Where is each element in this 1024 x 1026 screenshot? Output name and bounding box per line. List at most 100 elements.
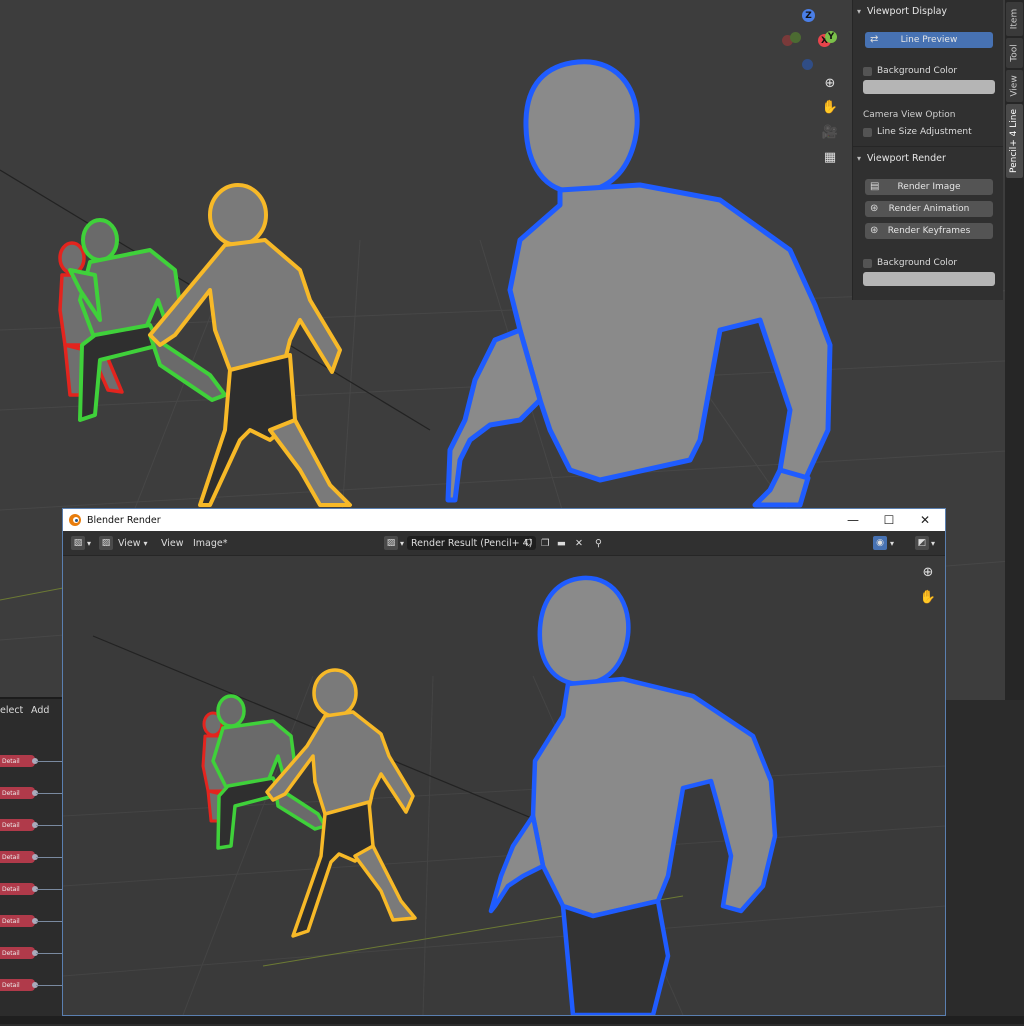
- chevron-down-icon: ▾: [143, 538, 148, 548]
- gizmo-neg-z-axis[interactable]: [802, 59, 813, 70]
- tab-label: Item: [1009, 8, 1020, 30]
- background-color-swatch[interactable]: [863, 80, 995, 94]
- menu-select[interactable]: elect: [0, 705, 23, 716]
- chevron-down-icon: ▾: [87, 538, 92, 548]
- window-title: Blender Render: [87, 514, 161, 526]
- tab-view[interactable]: View: [1006, 70, 1023, 102]
- tab-label: View: [1009, 75, 1020, 97]
- node-wire: [36, 825, 62, 826]
- film-reel-icon: ⊛: [870, 225, 879, 236]
- render-animation-button[interactable]: ⊛ Render Animation: [865, 201, 993, 217]
- window-titlebar[interactable]: Blender Render — ☐ ✕: [63, 509, 945, 531]
- camera-view-option-label: Camera View Option: [863, 110, 956, 120]
- node-label: Detail: [2, 821, 20, 829]
- hand-pan-icon[interactable]: ✋: [819, 96, 841, 118]
- menu-image[interactable]: Image*: [193, 536, 228, 550]
- checkbox-label: Background Color: [877, 258, 958, 268]
- status-bar: [0, 1016, 1024, 1024]
- folder-icon[interactable]: ▬: [557, 536, 566, 550]
- panel-header-viewport-display[interactable]: ▾ Viewport Display: [857, 6, 947, 17]
- checkbox-label: Background Color: [877, 66, 958, 76]
- film-reel-icon: ⊛: [870, 203, 879, 214]
- line-preview-button[interactable]: ⇄ Line Preview: [865, 32, 993, 48]
- background-color-checkbox[interactable]: Background Color: [863, 66, 957, 76]
- fake-user-icon[interactable]: ⛉: [525, 536, 532, 550]
- node-label: Detail: [2, 789, 20, 797]
- node-editor[interactable]: elect Add Detail Detail Detail Detail De…: [0, 697, 62, 1026]
- detail-node[interactable]: Detail: [0, 915, 38, 927]
- detail-node[interactable]: Detail: [0, 947, 38, 959]
- button-label: Render Keyframes: [887, 226, 971, 236]
- gizmo-y-label: Y: [827, 32, 835, 42]
- node-wire: [36, 953, 62, 954]
- blue-figure: [445, 59, 833, 508]
- detail-node[interactable]: Detail: [0, 755, 38, 767]
- view-mode-dropdown[interactable]: ▨ View ▾: [99, 536, 148, 550]
- checkbox-box[interactable]: [863, 127, 872, 137]
- button-label: Line Preview: [900, 35, 958, 45]
- display-channels-dropdown[interactable]: ◩ ▾: [915, 536, 935, 550]
- gizmo-neg-y-axis[interactable]: [790, 32, 801, 43]
- gizmo-y-axis[interactable]: Y: [825, 31, 837, 43]
- node-wire: [36, 985, 62, 986]
- image-editor-icon: ▧: [71, 536, 85, 550]
- detail-node[interactable]: Detail: [0, 979, 38, 991]
- render-result-image[interactable]: ⊕ ✋: [63, 556, 945, 1015]
- unlink-close-icon[interactable]: ✕: [575, 536, 583, 550]
- checkbox-label: Line Size Adjustment: [877, 127, 972, 137]
- node-wire: [36, 761, 62, 762]
- camera-icon[interactable]: 🎥: [819, 121, 841, 143]
- render-background-color-checkbox[interactable]: Background Color: [863, 258, 957, 268]
- zoom-icon[interactable]: ⊕: [819, 72, 841, 94]
- tab-item[interactable]: Item: [1006, 2, 1023, 36]
- node-label: Detail: [2, 885, 20, 893]
- sidebar-tabs: Item Tool View Pencil+ 4 Line: [1005, 0, 1024, 700]
- image-view-icon: ▨: [99, 536, 113, 550]
- checkbox-box[interactable]: [863, 66, 872, 76]
- pin-icon[interactable]: ⚲: [595, 536, 602, 550]
- hand-pan-icon[interactable]: ✋: [917, 586, 939, 608]
- menu-view[interactable]: View: [161, 536, 184, 550]
- chevron-down-icon: ▾: [890, 538, 895, 548]
- node-label: Detail: [2, 757, 20, 765]
- panel-header-viewport-render[interactable]: ▾ Viewport Render: [857, 153, 946, 164]
- detail-node[interactable]: Detail: [0, 819, 38, 831]
- editor-type-dropdown[interactable]: ▧ ▾: [71, 536, 91, 550]
- tab-tool[interactable]: Tool: [1006, 38, 1023, 68]
- render-image-button[interactable]: ▤ Render Image: [865, 179, 993, 195]
- gizmo-z-label: Z: [805, 10, 812, 21]
- render-window: Blender Render — ☐ ✕ ▧ ▾ ▨ View ▾ View Imag…: [62, 508, 946, 1016]
- menu-add[interactable]: Add: [31, 705, 49, 716]
- chevron-down-icon: ▾: [931, 538, 936, 548]
- green-figure: [211, 694, 327, 850]
- tab-pencil-4-line[interactable]: Pencil+ 4 Line: [1006, 104, 1023, 178]
- node-wire: [36, 793, 62, 794]
- render-keyframes-button[interactable]: ⊛ Render Keyframes: [865, 223, 993, 239]
- image-browse-icon: ▨: [384, 536, 398, 550]
- blender-logo-icon: [69, 514, 81, 526]
- close-button[interactable]: ✕: [907, 509, 943, 531]
- sidebar-n-panel: ▾ Viewport Display ⇄ Line Preview Backgrou…: [852, 0, 1003, 300]
- node-wire: [36, 921, 62, 922]
- node-label: Detail: [2, 981, 20, 989]
- detail-node[interactable]: Detail: [0, 883, 38, 895]
- maximize-button[interactable]: ☐: [871, 509, 907, 531]
- gizmo-toggle-button[interactable]: ◉ ▾: [873, 536, 894, 550]
- grid-ortho-icon[interactable]: ▦: [819, 146, 841, 168]
- render-result-scene: [63, 575, 945, 1015]
- yellow-figure: [148, 183, 352, 507]
- node-label: Detail: [2, 853, 20, 861]
- render-background-color-swatch[interactable]: [863, 272, 995, 286]
- zoom-icon[interactable]: ⊕: [917, 561, 939, 583]
- line-size-adjustment-checkbox[interactable]: Line Size Adjustment: [863, 127, 972, 137]
- checkbox-box[interactable]: [863, 258, 872, 268]
- duplicate-icon[interactable]: ❐: [541, 536, 550, 550]
- gizmo-z-axis[interactable]: Z: [802, 9, 815, 22]
- minimize-button[interactable]: —: [835, 509, 871, 531]
- gizmo-icon: ◉: [873, 536, 887, 550]
- detail-node[interactable]: Detail: [0, 851, 38, 863]
- detail-node[interactable]: Detail: [0, 787, 38, 799]
- image-browse-dropdown[interactable]: ▨ ▾: [384, 536, 404, 550]
- image-name: Render Result (Pencil+ 4): [411, 537, 533, 549]
- image-name-field[interactable]: Render Result (Pencil+ 4): [407, 536, 537, 550]
